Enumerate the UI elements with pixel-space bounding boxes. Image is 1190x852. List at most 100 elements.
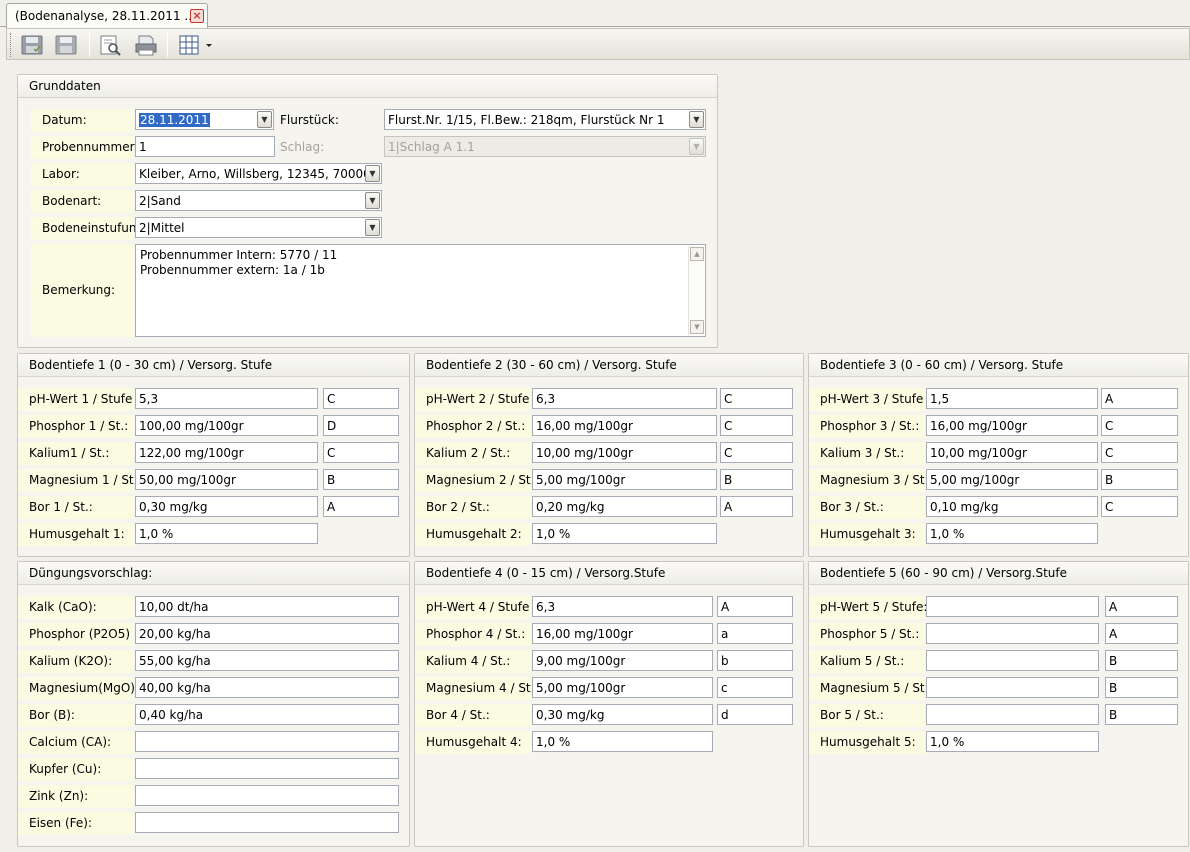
bor-4-field[interactable]: 0,30 mg/kg — [532, 704, 713, 725]
ph-stufe-5-field[interactable]: A — [1105, 596, 1178, 617]
kalium-3-field[interactable]: 10,00 mg/100gr — [926, 442, 1098, 463]
kalium-4-field[interactable]: 9,00 mg/100gr — [532, 650, 713, 671]
phosphor-2-field[interactable]: 16,00 mg/100gr — [532, 415, 717, 436]
humus-2-field[interactable]: 1,0 % — [532, 523, 717, 544]
magnesium-4-field[interactable]: 5,00 mg/100gr — [532, 677, 713, 698]
magnesium-2-field[interactable]: 5,00 mg/100gr — [532, 469, 717, 490]
print-preview-icon[interactable] — [97, 33, 123, 57]
toolbar-grip[interactable] — [10, 33, 13, 57]
kalium-stufe-2-field[interactable]: C — [720, 442, 793, 463]
kalium-stufe-1-field[interactable]: C — [323, 442, 399, 463]
row-label: Kalium 2 / St.: — [415, 442, 531, 465]
tab-bodenanalyse[interactable]: (Bodenanalyse, 28.11.2011 ...) × — [6, 3, 208, 28]
scroll-down-icon[interactable]: ▼ — [690, 320, 704, 334]
panel-title: Düngungsvorschlag: — [18, 562, 409, 585]
labor-select[interactable]: Kleiber, Arno, Willsberg, 12345, 70000 ▼ — [135, 163, 382, 184]
flurstueck-select[interactable]: Flurst.Nr. 1/15, Fl.Bew.: 218qm, Flurstü… — [384, 109, 706, 130]
kalk-field[interactable]: 10,00 dt/ha — [135, 596, 399, 617]
ph-wert-3-field[interactable]: 1,5 — [926, 388, 1098, 409]
grid-icon[interactable] — [177, 33, 203, 57]
ph-wert-1-field[interactable]: 5,3 — [135, 388, 318, 409]
kalium-2-field[interactable]: 10,00 mg/100gr — [532, 442, 717, 463]
kalium-5-field[interactable] — [926, 650, 1099, 671]
humus-5-field[interactable]: 1,0 % — [926, 731, 1099, 752]
magnesium-1-field[interactable]: 50,00 mg/100gr — [135, 469, 318, 490]
chevron-down-icon[interactable]: ▼ — [689, 111, 704, 128]
bor-5-field[interactable] — [926, 704, 1099, 725]
bor-field[interactable]: 0,40 kg/ha — [135, 704, 399, 725]
chevron-down-icon[interactable]: ▼ — [365, 192, 380, 209]
magnesium-field[interactable]: 40,00 kg/ha — [135, 677, 399, 698]
kupfer-field[interactable] — [135, 758, 399, 779]
magnesium-3-field[interactable]: 5,00 mg/100gr — [926, 469, 1098, 490]
scroll-up-icon[interactable]: ▲ — [690, 247, 704, 261]
chevron-down-icon[interactable]: ▼ — [257, 111, 272, 128]
bor-stufe-5-field[interactable]: B — [1105, 704, 1178, 725]
phosphor-stufe-1-field[interactable]: D — [323, 415, 399, 436]
ph-stufe-3-field[interactable]: A — [1101, 388, 1178, 409]
magnesium-stufe-2-field[interactable]: B — [720, 469, 793, 490]
bor-2-field[interactable]: 0,20 mg/kg — [532, 496, 717, 517]
bemerkung-textarea[interactable]: Probennummer Intern: 5770 / 11 Probennum… — [135, 244, 706, 337]
ph-stufe-1-field[interactable]: C — [323, 388, 399, 409]
print-icon[interactable] — [133, 33, 159, 57]
phosphor-5-field[interactable] — [926, 623, 1099, 644]
row-label: Phosphor (P2O5) — [18, 623, 134, 646]
bodenart-select[interactable]: 2|Sand ▼ — [135, 190, 382, 211]
bor-1-field[interactable]: 0,30 mg/kg — [135, 496, 318, 517]
kalium-stufe-5-field[interactable]: B — [1105, 650, 1178, 671]
kalium-stufe-4-field[interactable]: b — [717, 650, 793, 671]
ph-wert-2-field[interactable]: 6,3 — [532, 388, 717, 409]
phosphor-stufe-5-field[interactable]: A — [1105, 623, 1178, 644]
calcium-field[interactable] — [135, 731, 399, 752]
eisen-field[interactable] — [135, 812, 399, 833]
kalium-stufe-3-field[interactable]: C — [1101, 442, 1178, 463]
bodentiefe-4-panel: Bodentiefe 4 (0 - 15 cm) / Versorg.Stufe… — [414, 561, 804, 847]
humus-label: Humusgehalt 2: — [415, 523, 531, 546]
zink-field[interactable] — [135, 785, 399, 806]
ph-stufe-2-field[interactable]: C — [720, 388, 793, 409]
bor-3-field[interactable]: 0,10 mg/kg — [926, 496, 1098, 517]
chevron-down-icon[interactable] — [203, 33, 215, 57]
magnesium-stufe-5-field[interactable]: B — [1105, 677, 1178, 698]
magnesium-5-field[interactable] — [926, 677, 1099, 698]
magnesium-stufe-4-field[interactable]: c — [717, 677, 793, 698]
humus-3-field[interactable]: 1,0 % — [926, 523, 1098, 544]
phosphor-stufe-4-field[interactable]: a — [717, 623, 793, 644]
scrollbar[interactable]: ▲ ▼ — [688, 246, 704, 335]
kalium-1-field[interactable]: 122,00 mg/100gr — [135, 442, 318, 463]
probennummer-label: Probennummer: — [31, 136, 138, 159]
row-label: pH-Wert 1 / Stufe : — [18, 388, 140, 411]
phosphor-field[interactable]: 20,00 kg/ha — [135, 623, 399, 644]
bodeneinstufung-select[interactable]: 2|Mittel ▼ — [135, 217, 382, 238]
grunddaten-panel: Grunddaten Datum: 28.11.2011 ▼ Flurstück… — [17, 74, 718, 348]
chevron-down-icon[interactable]: ▼ — [365, 219, 380, 236]
phosphor-4-field[interactable]: 16,00 mg/100gr — [532, 623, 713, 644]
ph-stufe-4-field[interactable]: A — [717, 596, 793, 617]
save-disabled-icon[interactable] — [53, 33, 79, 57]
phosphor-stufe-3-field[interactable]: C — [1101, 415, 1178, 436]
probennummer-field[interactable]: 1 — [135, 136, 275, 157]
ph-wert-4-field[interactable]: 6,3 — [532, 596, 713, 617]
save-icon[interactable] — [19, 33, 45, 57]
kalium-field[interactable]: 55,00 kg/ha — [135, 650, 399, 671]
datum-field[interactable]: 28.11.2011 ▼ — [135, 109, 274, 130]
magnesium-stufe-3-field[interactable]: B — [1101, 469, 1178, 490]
bodenart-label: Bodenart: — [31, 190, 134, 213]
bor-stufe-2-field[interactable]: A — [720, 496, 793, 517]
row-label: Kalium (K2O): — [18, 650, 134, 673]
bodeneinstufung-label: Bodeneinstufung: — [31, 217, 148, 240]
bor-stufe-1-field[interactable]: A — [323, 496, 399, 517]
bor-stufe-4-field[interactable]: d — [717, 704, 793, 725]
close-icon[interactable]: × — [190, 9, 204, 23]
phosphor-stufe-2-field[interactable]: C — [720, 415, 793, 436]
bor-stufe-3-field[interactable]: C — [1101, 496, 1178, 517]
magnesium-stufe-1-field[interactable]: B — [323, 469, 399, 490]
phosphor-1-field[interactable]: 100,00 mg/100gr — [135, 415, 318, 436]
humus-1-field[interactable]: 1,0 % — [135, 523, 318, 544]
bemerkung-line: Probennummer Intern: 5770 / 11 — [140, 248, 338, 262]
ph-wert-5-field[interactable] — [926, 596, 1099, 617]
chevron-down-icon[interactable]: ▼ — [365, 165, 380, 182]
phosphor-3-field[interactable]: 16,00 mg/100gr — [926, 415, 1098, 436]
humus-4-field[interactable]: 1,0 % — [532, 731, 713, 752]
